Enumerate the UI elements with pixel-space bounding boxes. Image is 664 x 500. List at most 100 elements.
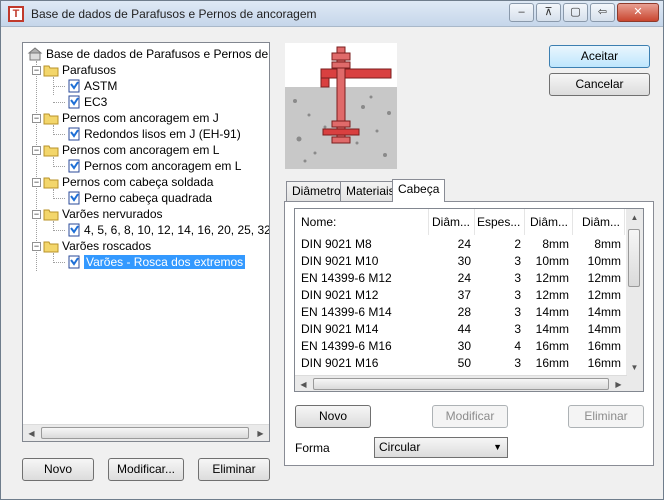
tree-item[interactable]: Perno cabeça quadrada — [67, 190, 212, 206]
column-header-name[interactable]: Nome: — [301, 209, 429, 235]
tree-connector — [53, 134, 65, 135]
list-cell: DIN 9021 M14 — [301, 322, 379, 336]
tree-item[interactable]: Varões - Rosca dos extremos — [67, 254, 246, 270]
folder-icon — [43, 65, 59, 77]
tree-item-label: EC3 — [84, 95, 108, 109]
tree-folder[interactable]: Varões roscados — [43, 238, 151, 254]
folder-icon — [43, 145, 59, 157]
tree-item[interactable]: EC3 — [67, 94, 107, 110]
tree-folder[interactable]: Parafusos — [43, 62, 116, 78]
list-cell: 12mm — [535, 288, 569, 302]
list-cell: 12mm — [587, 288, 621, 302]
tree-item-label: Perno cabeça quadrada — [84, 191, 213, 205]
tree-expander-icon[interactable]: − — [32, 146, 41, 155]
tree-item-label: Parafusos — [62, 63, 117, 77]
column-header-thickness[interactable]: Espes... — [477, 209, 525, 235]
network-root-icon — [27, 47, 43, 61]
tree-root[interactable]: Base de dados de Parafusos e Pernos de a… — [27, 46, 269, 62]
tree-folder[interactable]: Varões nervurados — [43, 206, 163, 222]
column-header-diameter-3[interactable]: Diâm... — [575, 209, 625, 235]
titlebar-buttons: – ⊼ ▢ ⇦ ✕ — [509, 3, 659, 22]
list-cell: 28 — [457, 305, 471, 319]
document-check-icon — [68, 95, 80, 109]
document-check-icon — [68, 255, 80, 269]
list-cell: 3 — [514, 322, 521, 336]
list-cell: 30 — [457, 339, 471, 353]
app-icon: T — [8, 6, 24, 22]
column-header-diameter-2[interactable]: Diâm... — [527, 209, 573, 235]
head-delete-button[interactable]: Eliminar — [568, 405, 644, 428]
list-cell: 50 — [457, 356, 471, 370]
tree-expander-icon[interactable]: − — [32, 114, 41, 123]
tree-item-label: Varões - Rosca dos extremos — [84, 255, 246, 269]
scroll-right-icon[interactable]: ▶ — [252, 425, 269, 441]
list-cell: 14mm — [535, 305, 569, 319]
head-list[interactable]: Nome: Diâm... Espes... Diâm... Diâm... D… — [294, 208, 644, 392]
tree-expander-icon[interactable]: − — [32, 178, 41, 187]
title-bar[interactable]: T Base de dados de Parafusos e Pernos de… — [1, 1, 663, 27]
cancel-button[interactable]: Cancelar — [549, 73, 650, 96]
list-cell: 16mm — [535, 356, 569, 370]
minimize-button[interactable]: – — [509, 3, 534, 22]
tree-connector — [53, 230, 65, 231]
tree-folder[interactable]: Pernos com cabeça soldada — [43, 174, 213, 190]
scroll-left-icon[interactable]: ◀ — [295, 376, 312, 391]
list-cell: 16mm — [587, 339, 621, 353]
tree-item-label: Varões nervurados — [62, 207, 163, 221]
list-cell: 14mm — [535, 322, 569, 336]
list-cell: 3 — [514, 271, 521, 285]
accept-button[interactable]: Aceitar — [549, 45, 650, 68]
tree-modify-button[interactable]: Modificar... — [108, 458, 184, 481]
tree-item[interactable]: Pernos com ancoragem em L — [67, 158, 241, 174]
folder-icon — [43, 209, 59, 221]
head-modify-button[interactable]: Modificar — [432, 405, 508, 428]
list-cell: 3 — [514, 356, 521, 370]
document-check-icon — [68, 79, 80, 93]
list-cell: 16mm — [587, 356, 621, 370]
column-header-diameter[interactable]: Diâm... — [431, 209, 475, 235]
list-cell: 3 — [514, 254, 521, 268]
restore-button[interactable]: ▢ — [563, 3, 588, 22]
head-new-button[interactable]: Novo — [295, 405, 371, 428]
tree-item-label: Pernos com cabeça soldada — [62, 175, 214, 189]
scroll-up-icon[interactable]: ▲ — [626, 209, 643, 226]
tab-diametro[interactable]: Diâmetro — [286, 181, 347, 201]
tree-connector — [53, 86, 65, 87]
tree-new-button[interactable]: Novo — [22, 458, 94, 481]
tree-folder[interactable]: Pernos com ancoragem em L — [43, 142, 219, 158]
list-cell: EN 14399-6 M14 — [301, 305, 392, 319]
pin-button[interactable]: ⊼ — [536, 3, 561, 22]
tree-item-label: Pernos com ancoragem em L — [62, 143, 220, 157]
scroll-thumb[interactable] — [41, 427, 249, 439]
scroll-down-icon[interactable]: ▼ — [626, 359, 643, 376]
list-horizontal-scrollbar[interactable]: ◀ ▶ — [295, 375, 627, 391]
tree-horizontal-scrollbar[interactable]: ◀ ▶ — [23, 424, 269, 441]
tree-expander-icon[interactable]: − — [32, 210, 41, 219]
tree-item-label: Varões roscados — [62, 239, 152, 253]
document-check-icon — [68, 223, 80, 237]
scroll-thumb[interactable] — [313, 378, 609, 390]
tree-delete-button[interactable]: Eliminar — [198, 458, 270, 481]
tree-connector — [36, 61, 37, 271]
list-cell: DIN 9021 M16 — [301, 356, 379, 370]
tree-expander-icon[interactable]: − — [32, 66, 41, 75]
list-vertical-scrollbar[interactable]: ▲ ▼ — [626, 209, 643, 391]
tree-item[interactable]: ASTM — [67, 78, 117, 94]
scroll-thumb[interactable] — [628, 229, 640, 287]
list-cell: DIN 9021 M12 — [301, 288, 379, 302]
tree-folder[interactable]: Pernos com ancoragem em J — [43, 110, 219, 126]
scroll-right-icon[interactable]: ▶ — [610, 376, 627, 391]
tree-item[interactable]: Redondos lisos em J (EH-91) — [67, 126, 241, 142]
close-button[interactable]: ✕ — [617, 3, 659, 22]
tree-item-label: 4, 5, 6, 8, 10, 12, 14, 16, 20, 25, 32 m… — [84, 223, 270, 237]
move-button[interactable]: ⇦ — [590, 3, 615, 22]
tree-root-label: Base de dados de Parafusos e Pernos de a… — [46, 47, 269, 61]
shape-select[interactable]: Circular ▼ — [374, 437, 508, 458]
tab-cabeca[interactable]: Cabeça — [392, 179, 446, 202]
scroll-left-icon[interactable]: ◀ — [23, 425, 40, 441]
database-tree[interactable]: Base de dados de Parafusos e Pernos de a… — [22, 42, 270, 442]
list-cell: 10mm — [587, 254, 621, 268]
tree-expander-icon[interactable]: − — [32, 242, 41, 251]
list-cell: DIN 9021 M10 — [301, 254, 379, 268]
tree-item[interactable]: 4, 5, 6, 8, 10, 12, 14, 16, 20, 25, 32 m… — [67, 222, 270, 238]
